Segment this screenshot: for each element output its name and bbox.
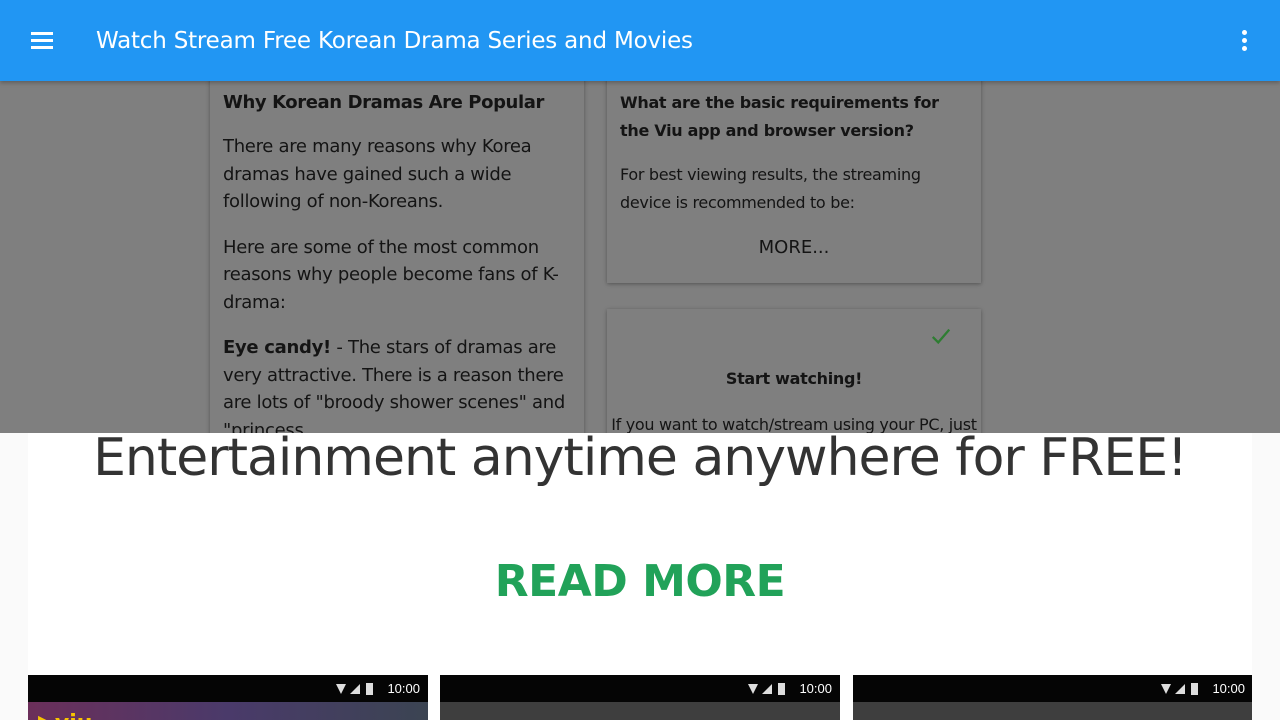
read-more-button[interactable]: READ MORE — [28, 560, 1252, 604]
checkmark-icon — [931, 328, 951, 345]
popular-card-para-2: Here are some of the most common reasons… — [223, 236, 559, 313]
start-watching-text: If you want to watch/stream using your P… — [611, 415, 977, 433]
start-watching-card: Start watching! If you want to watch/str… — [607, 309, 981, 433]
requirements-answer: For best viewing results, the streaming … — [620, 165, 921, 212]
status-bar: 10:00 — [28, 675, 428, 702]
status-time: 10:00 — [387, 681, 420, 696]
start-watching-title: Start watching! — [725, 369, 863, 388]
popular-card: Why Korean Dramas Are Popular There are … — [210, 81, 584, 433]
app-screenshot-2[interactable]: 10:00 — [440, 675, 840, 720]
screenshot-body — [440, 702, 840, 720]
more-button[interactable]: MORE... — [607, 237, 981, 258]
app-screenshot-3[interactable]: 10:00 — [853, 675, 1252, 720]
requirements-question: What are the basic requirements for the … — [620, 93, 939, 140]
requirements-card: What are the basic requirements for the … — [607, 81, 981, 283]
viu-logo-icon: ▶viu — [38, 711, 92, 720]
status-bar: 10:00 — [853, 675, 1252, 702]
hamburger-menu-icon[interactable] — [28, 26, 58, 56]
promo-panel: Entertainment anytime anywhere for FREE!… — [28, 433, 1252, 720]
dimmed-content-area: Why Korean Dramas Are Popular There are … — [0, 81, 1280, 433]
eye-candy-label: Eye candy! — [223, 337, 331, 358]
signal-battery-icon — [336, 683, 373, 695]
status-time: 10:00 — [1212, 681, 1245, 696]
app-screenshot-1[interactable]: 10:00 ▶viu — [28, 675, 428, 720]
popular-card-para-3: Eye candy! - The stars of dramas are ver… — [223, 334, 571, 433]
promo-headline: Entertainment anytime anywhere for FREE! — [93, 433, 1188, 488]
status-time: 10:00 — [799, 681, 832, 696]
screenshot-body — [853, 702, 1252, 720]
status-bar: 10:00 — [440, 675, 840, 702]
app-title: Watch Stream Free Korean Drama Series an… — [96, 28, 693, 54]
signal-battery-icon — [1161, 683, 1198, 695]
app-bar: Watch Stream Free Korean Drama Series an… — [0, 0, 1280, 81]
signal-battery-icon — [748, 683, 785, 695]
popular-card-heading: Why Korean Dramas Are Popular — [223, 92, 544, 113]
more-vert-icon[interactable] — [1230, 26, 1258, 56]
popular-card-para-1: There are many reasons why Korea dramas … — [223, 136, 532, 212]
